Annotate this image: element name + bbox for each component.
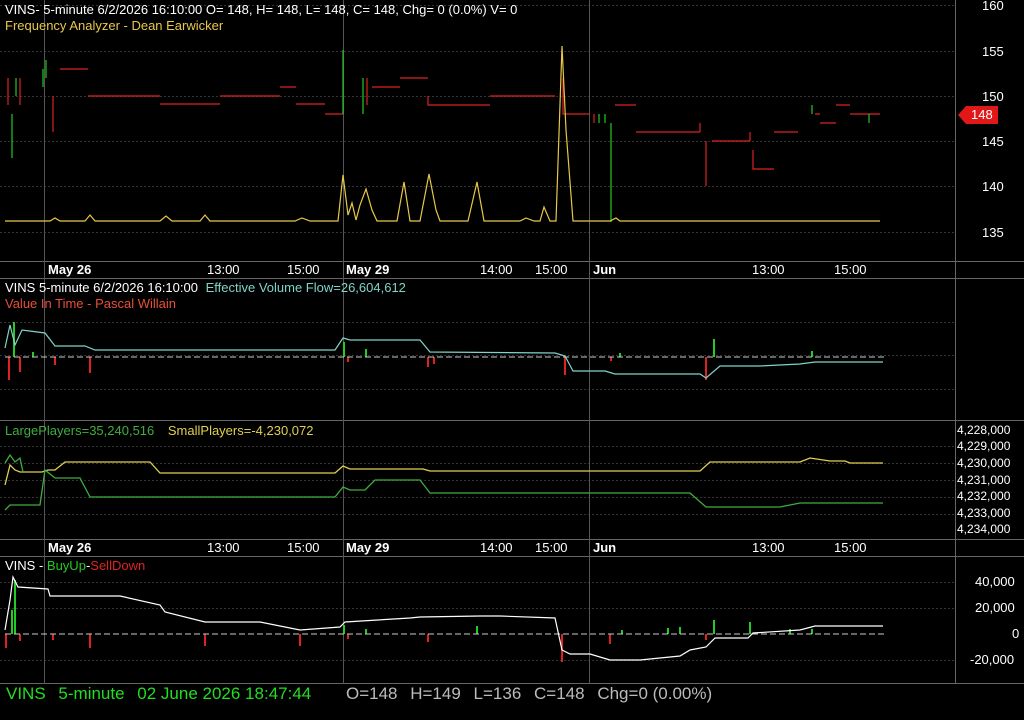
last-price-badge: 148 bbox=[958, 106, 998, 124]
date2-label-may29: May 29 bbox=[346, 540, 390, 555]
y-tick-4: 145 bbox=[982, 134, 1004, 149]
status-datetime: 02 June 2026 18:47:44 bbox=[137, 684, 312, 703]
buy-up-label: BuyUp bbox=[46, 558, 86, 573]
y-tick-5: 140 bbox=[982, 179, 1004, 194]
status-change: Chg=0 (0.00%) bbox=[597, 684, 713, 703]
p4-tick-4: -20,000 bbox=[970, 652, 1015, 667]
panel2-prefix: VINS 5-minute 6/2/2026 16:10:00 bbox=[5, 280, 198, 295]
panel4-header: VINS - BuyUp-SellDown bbox=[5, 558, 145, 573]
p4-tick-1: 40,000 bbox=[975, 574, 1015, 589]
y-tick-6: 135 bbox=[982, 225, 1004, 240]
status-high: H=149 bbox=[410, 684, 461, 703]
date2-label-jun: Jun bbox=[593, 540, 617, 555]
p3-tick-3: 4,230,000 bbox=[957, 456, 1011, 470]
price-bars-down bbox=[7, 68, 880, 186]
status-interval: 5-minute bbox=[58, 684, 125, 703]
status-bar: VINS 5-minute 02 June 2026 18:47:44 O=14… bbox=[6, 684, 720, 708]
small-players-label: SmallPlayers=-4,230,072 bbox=[167, 423, 314, 438]
status-close: C=148 bbox=[534, 684, 585, 703]
value-in-time-label: Value In Time - Pascal Willain bbox=[5, 296, 176, 311]
status-open: O=148 bbox=[345, 684, 398, 703]
value-in-time-down bbox=[8, 357, 707, 380]
price-bars-up bbox=[11, 50, 870, 222]
date-label-1400: 14:00 bbox=[480, 262, 513, 277]
p3-tick-1: 4,228,000 bbox=[957, 423, 1011, 437]
p3-tick-7: 4,234,000 bbox=[957, 522, 1011, 536]
date2-label-1300-a: 13:00 bbox=[207, 540, 240, 555]
y-tick-2: 155 bbox=[982, 44, 1004, 59]
large-players-line bbox=[4, 468, 883, 511]
buy-up-bars bbox=[11, 580, 813, 634]
date-label-jun: Jun bbox=[593, 262, 617, 277]
y-tick-3: 150 bbox=[982, 89, 1004, 104]
p3-tick-5: 4,232,000 bbox=[957, 489, 1011, 503]
buy-sell-line bbox=[4, 574, 883, 661]
date-label-1300-a: 13:00 bbox=[207, 262, 240, 277]
date-label-1300-b: 13:00 bbox=[752, 262, 785, 277]
date-label-1500-c: 15:00 bbox=[834, 262, 867, 277]
date-label-1500-a: 15:00 bbox=[287, 262, 320, 277]
panel1-title: VINS- 5-minute 6/2/2026 16:10:00 O= 148,… bbox=[5, 2, 518, 17]
sell-down-label: SellDown bbox=[90, 558, 146, 573]
p3-tick-6: 4,233,000 bbox=[957, 506, 1011, 520]
date-label-may29: May 29 bbox=[346, 262, 390, 277]
y-tick-1: 160 bbox=[982, 0, 1004, 13]
panel2-header: VINS 5-minute 6/2/2026 16:10:00 Effectiv… bbox=[5, 280, 406, 295]
large-players-label: LargePlayers=35,240,516 bbox=[5, 423, 155, 438]
panel3-header: LargePlayers=35,240,516 SmallPlayers=-4,… bbox=[5, 423, 314, 438]
p3-tick-4: 4,231,000 bbox=[957, 473, 1011, 487]
date-label-may26: May 26 bbox=[48, 262, 92, 277]
date2-label-1500-b: 15:00 bbox=[535, 540, 568, 555]
status-symbol: VINS bbox=[6, 684, 46, 703]
p3-tick-2: 4,229,000 bbox=[957, 439, 1011, 453]
price-badge-text: 148 bbox=[971, 107, 993, 122]
frequency-analyzer-label: Frequency Analyzer - Dean Earwicker bbox=[5, 18, 224, 33]
panel4-prefix: VINS - bbox=[5, 558, 47, 573]
date2-label-1500-a: 15:00 bbox=[287, 540, 320, 555]
status-low: L=136 bbox=[473, 684, 522, 703]
date2-label-1300-b: 13:00 bbox=[752, 540, 785, 555]
effective-volume-flow-label: Effective Volume Flow=26,604,612 bbox=[205, 280, 406, 295]
frequency-analyzer-line bbox=[5, 45, 880, 222]
effective-volume-flow-line bbox=[4, 324, 883, 379]
date2-label-1400: 14:00 bbox=[480, 540, 513, 555]
date-label-1500-b: 15:00 bbox=[535, 262, 568, 277]
date2-label-1500-c: 15:00 bbox=[834, 540, 867, 555]
chart-canvas bbox=[0, 0, 1024, 684]
p4-tick-3: 0 bbox=[1012, 626, 1020, 641]
p4-tick-2: 20,000 bbox=[975, 600, 1015, 615]
date2-label-may26: May 26 bbox=[48, 540, 92, 555]
